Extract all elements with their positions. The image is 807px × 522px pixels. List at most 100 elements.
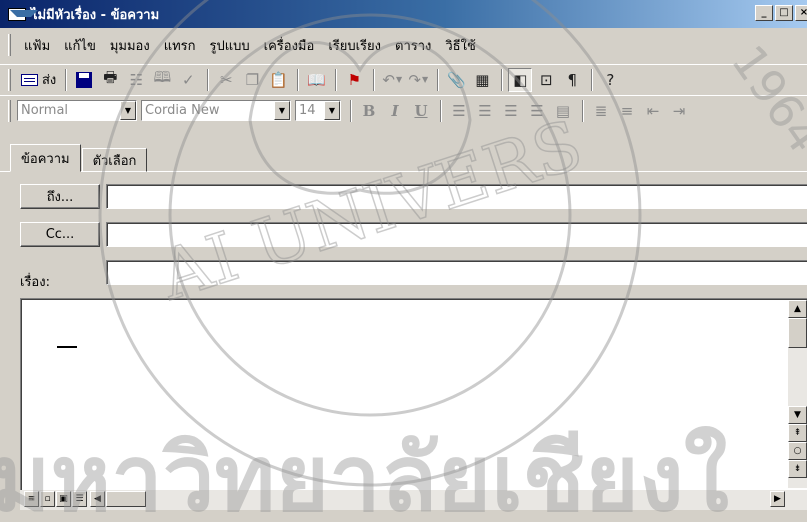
insert-table-button[interactable]: ▦	[470, 68, 494, 92]
web-layout-icon[interactable]: ▫	[40, 491, 55, 507]
vertical-scrollbar[interactable]: ▲ ▼ ⇞ ○ ⇟	[788, 300, 807, 488]
address-book-open-button[interactable]: 📖	[304, 68, 328, 92]
toolbar-grip[interactable]	[8, 99, 11, 122]
to-field[interactable]	[106, 184, 807, 209]
decrease-indent-button[interactable]: ⇤	[641, 99, 665, 123]
menu-tools[interactable]: เครื่องมือ	[257, 35, 322, 56]
scroll-down-icon[interactable]: ▼	[788, 406, 807, 424]
style-select[interactable]: Normal ▼	[17, 100, 137, 121]
outlook-compose-window: ไม่มีหัวเรื่อง - ข้อความ _ □ × แฟ้ม แก้ไ…	[0, 0, 807, 522]
horizontal-scrollbar[interactable]: ≡ ▫ ▣ ☰ ◀ ▶	[20, 490, 807, 510]
align-right-icon: ☰	[504, 101, 518, 120]
menu-bar: แฟ้ม แก้ไข มุมมอง แทรก รูปแบบ เครื่องมือ…	[0, 30, 807, 60]
font-select[interactable]: Cordia New ▼	[141, 100, 291, 121]
chevron-down-icon[interactable]: ▼	[274, 101, 290, 120]
menu-view[interactable]: มุมมอง	[103, 35, 157, 56]
toolbar-separator	[65, 68, 68, 91]
menu-edit[interactable]: แก้ไข	[57, 35, 103, 56]
show-hide-button[interactable]: ¶	[560, 68, 584, 92]
help-icon: ?	[606, 70, 615, 89]
underline-button[interactable]: U	[409, 99, 433, 123]
redo-icon: ↷	[408, 70, 421, 89]
flag-icon: ⚑	[347, 70, 362, 89]
tab-message[interactable]: ข้อความ	[10, 144, 81, 172]
align-right-button[interactable]: ☰	[499, 99, 523, 123]
preview-icon: ⊡	[540, 70, 553, 89]
scroll-thumb[interactable]	[788, 318, 807, 348]
scissors-icon: ✂	[220, 70, 233, 89]
bold-button[interactable]: B	[357, 99, 381, 123]
redo-button[interactable]: ↷ ▼	[406, 68, 430, 92]
to-button[interactable]: ถึง...	[20, 184, 100, 209]
save-icon	[76, 71, 93, 88]
numbering-button[interactable]: ≣	[589, 99, 613, 123]
menu-file[interactable]: แฟ้ม	[17, 35, 57, 56]
subject-field[interactable]	[106, 260, 807, 285]
chevron-down-icon: ▼	[422, 75, 429, 84]
minimize-button[interactable]: _	[755, 5, 773, 21]
scroll-right-icon[interactable]: ▶	[770, 491, 785, 507]
justify-icon: ☰	[530, 101, 544, 120]
normal-view-icon[interactable]: ≡	[24, 491, 39, 507]
menu-compose[interactable]: เรียบเรียง	[321, 35, 388, 56]
toolbar-separator	[440, 99, 442, 122]
options-icon: ◧	[513, 70, 528, 89]
justify-button[interactable]: ☰	[525, 99, 549, 123]
previous-page-icon[interactable]: ⇞	[788, 424, 807, 442]
toolbar-separator	[207, 68, 210, 91]
next-page-icon[interactable]: ⇟	[788, 460, 807, 478]
toolbar-grip[interactable]	[8, 68, 11, 91]
font-size-select[interactable]: 14 ▼	[295, 100, 341, 121]
save-button[interactable]	[72, 68, 96, 92]
copy-button[interactable]: ❐	[240, 68, 264, 92]
window-title: ไม่มีหัวเรื่อง - ข้อความ	[31, 7, 160, 23]
cc-button[interactable]: Cc...	[20, 222, 100, 247]
scroll-up-icon[interactable]: ▲	[788, 300, 807, 318]
menu-insert[interactable]: แทรก	[157, 35, 203, 56]
menubar-grip[interactable]	[8, 34, 11, 56]
undo-icon: ↶	[382, 70, 395, 89]
italic-button[interactable]: I	[383, 99, 407, 123]
preview-button[interactable]: ⊡	[534, 68, 558, 92]
send-icon	[21, 73, 38, 86]
scroll-left-icon[interactable]: ◀	[90, 491, 105, 507]
menu-help[interactable]: วิธีใช้	[438, 35, 482, 56]
print-button[interactable]: 🖶	[98, 68, 122, 92]
cut-button[interactable]: ✂	[214, 68, 238, 92]
paste-button[interactable]: 📋	[266, 68, 290, 92]
close-button[interactable]: ×	[795, 5, 807, 21]
help-button[interactable]: ?	[598, 68, 622, 92]
align-left-button[interactable]: ☰	[447, 99, 471, 123]
horizontal-scroll-thumb[interactable]	[106, 491, 146, 507]
print-layout-icon[interactable]: ▣	[56, 491, 71, 507]
align-center-button[interactable]: ☰	[473, 99, 497, 123]
font-size-value: 14	[299, 103, 316, 118]
check-names-button[interactable]: 🕮	[150, 68, 174, 92]
menu-table[interactable]: ตาราง	[388, 35, 438, 56]
distributed-button[interactable]: ▤	[551, 99, 575, 123]
style-value: Normal	[21, 103, 69, 118]
increase-indent-button[interactable]: ⇥	[667, 99, 691, 123]
toolbar-separator	[582, 99, 584, 122]
clipboard-icon: 📋	[268, 70, 288, 89]
chevron-down-icon[interactable]: ▼	[324, 101, 340, 120]
menu-format[interactable]: รูปแบบ	[203, 35, 257, 56]
select-browse-object-icon[interactable]: ○	[788, 442, 807, 460]
outline-view-icon[interactable]: ☰	[72, 491, 87, 507]
toolbar-separator	[591, 68, 594, 91]
send-button[interactable]: ส่ง	[17, 68, 60, 92]
chevron-down-icon[interactable]: ▼	[120, 101, 136, 120]
address-book-button[interactable]: ☷	[124, 68, 148, 92]
undo-button[interactable]: ↶ ▼	[380, 68, 404, 92]
message-body[interactable]	[20, 298, 807, 494]
spellcheck-icon: ✓	[182, 70, 195, 89]
attach-button[interactable]: 📎	[444, 68, 468, 92]
options-button[interactable]: ◧	[508, 67, 533, 92]
align-center-icon: ☰	[478, 101, 492, 120]
tab-options[interactable]: ตัวเลือก	[81, 148, 148, 172]
spelling-button[interactable]: ✓	[176, 68, 200, 92]
bullets-button[interactable]: ≡	[615, 99, 639, 123]
cc-field[interactable]	[106, 222, 807, 247]
maximize-button[interactable]: □	[775, 5, 793, 21]
flag-button[interactable]: ⚑	[342, 68, 366, 92]
